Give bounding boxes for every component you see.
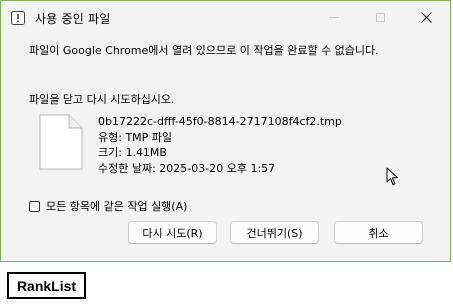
warning-icon [11,11,25,25]
ranklist-button[interactable]: RankList [7,272,86,299]
minimize-button[interactable] [311,1,357,34]
close-button[interactable] [403,1,449,34]
dialog-content: 파일이 Google Chrome에서 열려 있으므로 이 작업을 완료할 수 … [1,34,450,261]
mouse-cursor-icon [386,167,398,185]
instruction-text: 파일을 닫고 다시 시도하십시오. [29,93,175,106]
skip-button[interactable]: 건너뛰기(S) [230,221,319,244]
file-in-use-dialog: 사용 중인 파일 파일이 Google Chrome에서 열려 있으므로 이 작… [0,0,451,262]
retry-button[interactable]: 다시 시도(R) [128,221,217,244]
file-type: 유형: TMP 파일 [98,130,173,144]
maximize-icon [375,13,385,22]
apply-all-checkbox[interactable] [29,200,40,212]
apply-all-option[interactable]: 모든 항목에 같은 작업 실행(A) [29,198,187,214]
file-name: 0b17222c-dfff-45f0-8814-2717108f4cf2.tmp [98,115,342,128]
dialog-title: 사용 중인 파일 [35,12,111,26]
error-message: 파일이 Google Chrome에서 열려 있으므로 이 작업을 완료할 수 … [29,44,379,57]
minimize-icon [329,17,339,18]
cancel-button[interactable]: 취소 [334,221,423,244]
maximize-button[interactable] [357,1,403,34]
file-details: 0b17222c-dfff-45f0-8814-2717108f4cf2.tmp… [98,114,342,176]
close-icon [420,12,432,23]
apply-all-label: 모든 항목에 같은 작업 실행(A) [46,200,188,213]
file-modified-date: 수정한 날짜: 2025-03-20 오후 1:57 [98,161,276,175]
file-size: 크기: 1.41MB [98,146,167,159]
dialog-titlebar[interactable]: 사용 중인 파일 [1,1,450,34]
screen: 사용 중인 파일 파일이 Google Chrome에서 열려 있으므로 이 작… [0,0,453,308]
file-icon [39,114,83,170]
